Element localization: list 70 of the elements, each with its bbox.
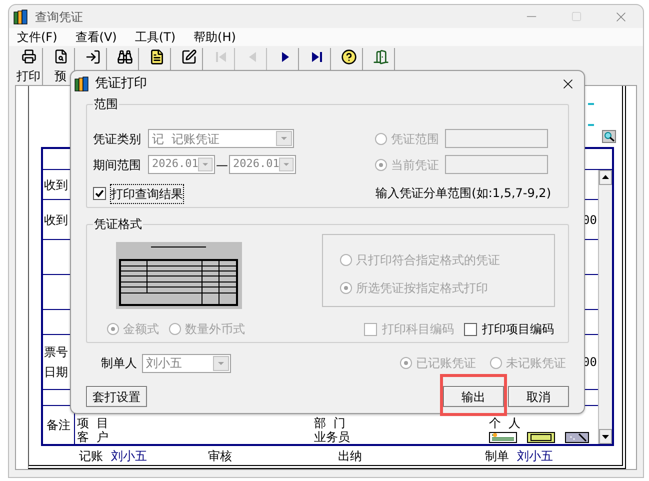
menu-item[interactable]: 文件(F): [17, 28, 58, 46]
window-title: 查询凭证: [35, 8, 83, 26]
field-label: 期间范围: [93, 156, 142, 174]
row-label: 收到: [44, 176, 69, 194]
list-page-icon: [148, 49, 164, 65]
books-icon: [74, 76, 90, 92]
period-start-select[interactable]: 2026.01: [148, 155, 215, 174]
dialog-title: 凭证打印: [95, 75, 147, 94]
signature-label: 出纳: [338, 448, 362, 465]
field-label: 制单人: [101, 355, 137, 372]
radio-label: 已记账凭证: [416, 355, 476, 372]
row-label: 备注: [46, 417, 70, 434]
printer-icon: [20, 49, 36, 64]
menu-item[interactable]: 帮助(H): [194, 28, 236, 46]
period-end-select[interactable]: 2026.01: [229, 155, 296, 174]
radio-label: 数量外币式: [185, 321, 245, 338]
range-separator: —: [215, 158, 229, 170]
dotted-pen-icon: [565, 432, 589, 442]
field-label: 业务员: [314, 430, 351, 444]
voucher-range-input[interactable]: [445, 155, 548, 174]
field-label: 个 人: [489, 416, 522, 430]
field-label: 部 门: [314, 416, 347, 430]
field-label: 客 户: [77, 430, 110, 444]
checkbox-label: 打印查询结果: [111, 184, 183, 202]
radio-label: 未记账凭证: [506, 355, 566, 372]
signature-label: 审核: [208, 448, 232, 465]
radio-label: 只打印符合指定格式的凭证: [356, 252, 500, 269]
dialog-button[interactable]: 取消: [508, 386, 569, 407]
help-icon: [340, 49, 356, 65]
books-icon: [13, 8, 29, 24]
signature-label: 制单: [485, 448, 509, 465]
signature-label: 记账: [79, 448, 103, 465]
exit-door-icon: [372, 49, 388, 65]
voucher-range-input[interactable]: [445, 129, 548, 148]
radio-label: 当前凭证: [391, 156, 439, 174]
signature-name: 刘小五: [111, 448, 147, 465]
card-icon: [527, 432, 555, 442]
maximize-icon[interactable]: [571, 11, 582, 22]
group-title: 凭证格式: [93, 216, 143, 232]
arrow-into-box-icon: [84, 49, 100, 65]
range-hint: 输入凭证分单范围(如:1,5,7-9,2): [376, 185, 551, 202]
checkbox-label: 打印科目编码: [382, 321, 454, 338]
menu-item[interactable]: 查看(V): [75, 28, 117, 46]
radio-label: 凭证范围: [391, 130, 439, 148]
checkbox-label: 打印项目编码: [482, 321, 554, 338]
row-label: 票号: [44, 344, 69, 361]
group-title: 范围: [93, 96, 119, 112]
checkbox[interactable]: [93, 187, 106, 200]
radio-label: 所选凭证按指定格式打印: [356, 280, 488, 297]
checkbox[interactable]: [464, 322, 477, 336]
magnifier-page-icon: [52, 49, 68, 64]
landscape-icon: [489, 432, 517, 442]
binoculars-icon: [116, 49, 132, 65]
pencil-icon: [180, 49, 196, 65]
signature-name: 刘小五: [517, 448, 553, 465]
radio-label: 金额式: [123, 321, 159, 338]
scroll-up-icon[interactable]: [599, 170, 612, 185]
row-label: 日期: [44, 364, 69, 381]
field-label: 项 目: [77, 416, 110, 430]
scrollbar[interactable]: [598, 170, 612, 444]
dialog-button[interactable]: 套打设置: [86, 386, 147, 407]
menu-item[interactable]: 工具(T): [134, 28, 176, 46]
row-label: 收到: [44, 212, 69, 228]
dialog-button[interactable]: 输出: [443, 386, 504, 407]
scroll-down-icon[interactable]: [599, 429, 612, 444]
check-icon: [95, 189, 104, 198]
zoom-icon[interactable]: [602, 130, 616, 143]
voucher-type-select[interactable]: 记 记账凭证: [148, 129, 294, 148]
field-label: 凭证类别: [93, 130, 142, 148]
maker-select[interactable]: 刘小五: [142, 354, 231, 372]
